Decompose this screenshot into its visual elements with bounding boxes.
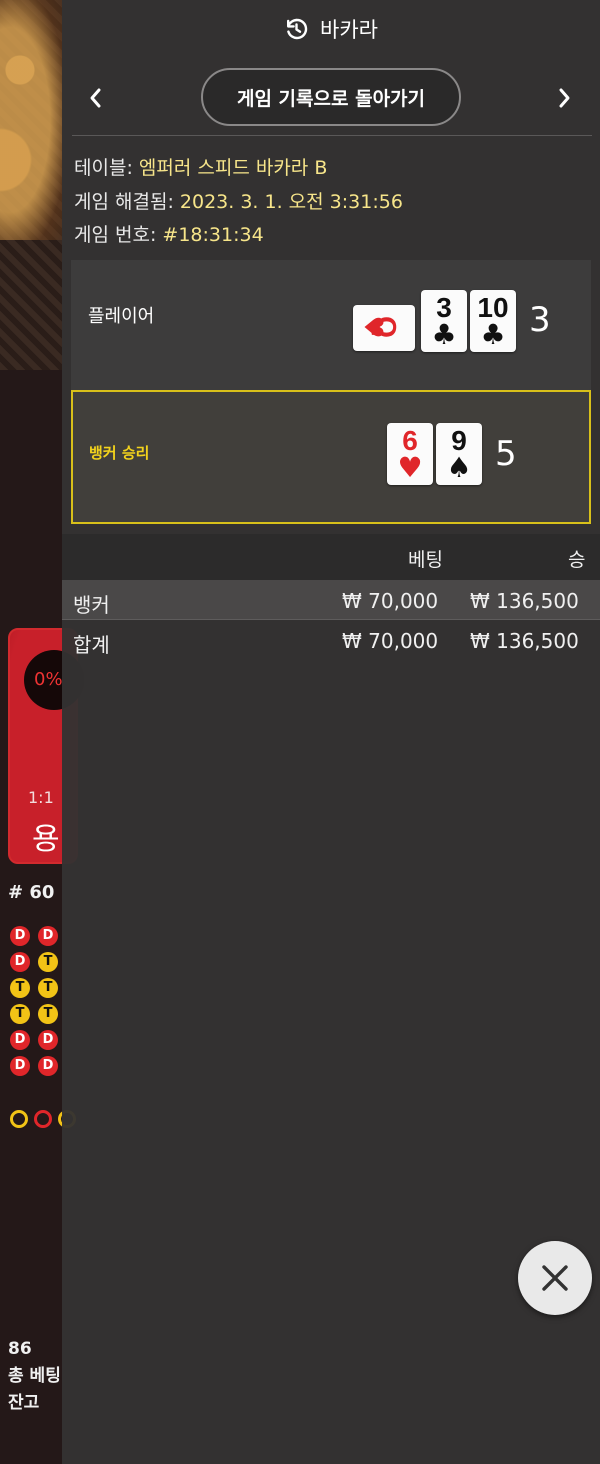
- round-counter: # 60: [8, 882, 55, 903]
- banker-card: 9 ♠: [436, 423, 482, 485]
- big-road-marker: [34, 1110, 52, 1128]
- total-bet-amount: ₩ 70,000: [342, 629, 439, 653]
- resolved-value: 2023. 3. 1. 오전 3:31:56: [179, 191, 403, 213]
- table-value: 엠퍼러 스피드 바카라 B: [138, 157, 328, 179]
- previous-game-button[interactable]: [76, 78, 116, 118]
- bead-road-marker: D: [38, 926, 58, 946]
- card-suit: ♣: [480, 318, 506, 351]
- banker-score: 5: [495, 434, 517, 474]
- card-suit: ♥: [357, 315, 388, 339]
- resolved-info: 게임 해결됨: 2023. 3. 1. 오전 3:31:56: [74, 187, 403, 214]
- back-to-history-button[interactable]: 게임 기록으로 돌아가기: [201, 68, 461, 126]
- card-suit: ♥: [397, 451, 423, 484]
- bead-road-marker: D: [10, 1030, 30, 1050]
- bead-road-marker: D: [10, 926, 30, 946]
- win-amount: ₩ 136,500: [470, 589, 579, 613]
- total-row: 합계 ₩ 70,000 ₩ 136,500: [62, 620, 600, 662]
- game-number-label: 게임 번호:: [74, 224, 163, 246]
- resolved-label: 게임 해결됨:: [74, 191, 180, 213]
- bead-road-marker: D: [38, 1056, 58, 1076]
- history-icon: [287, 18, 308, 40]
- close-button[interactable]: [518, 1241, 592, 1315]
- player-card: Q ♥: [353, 305, 415, 351]
- dragon-label: 용: [32, 822, 60, 857]
- bead-road-marker: T: [38, 952, 58, 972]
- bet-table-header: 베팅 승: [62, 534, 600, 580]
- panel-header: 바카라: [62, 0, 600, 58]
- bead-road-marker: T: [10, 978, 30, 998]
- background-stats: 86 총 베팅 잔고: [8, 1336, 61, 1417]
- bead-road-marker: D: [10, 1056, 30, 1076]
- bead-road-marker: D: [38, 1030, 58, 1050]
- player-result: 플레이어 Q ♥ 3 ♣ 10 ♣ 3: [71, 260, 591, 390]
- total-bet-label: 총 베팅: [8, 1366, 61, 1386]
- chevron-right-icon: [559, 88, 570, 108]
- card-suit: ♠: [446, 451, 472, 484]
- total-win-amount: ₩ 136,500: [470, 629, 579, 653]
- balance-label: 잔고: [8, 1393, 40, 1413]
- banker-win-label: 뱅커 승리: [89, 444, 150, 462]
- bead-road-marker: T: [38, 978, 58, 998]
- close-icon: [542, 1265, 568, 1291]
- divider: [72, 135, 592, 136]
- player-label: 플레이어: [88, 306, 155, 327]
- bet-column-header: 베팅: [408, 549, 443, 571]
- game-number-value: #18:31:34: [162, 224, 264, 246]
- bet-amount: ₩ 70,000: [342, 589, 439, 613]
- player-card: 10 ♣: [470, 290, 516, 352]
- total-label: 합계: [73, 633, 110, 657]
- history-nav: 게임 기록으로 돌아가기: [62, 66, 600, 128]
- bead-road-marker: T: [38, 1004, 58, 1024]
- player-count: 86: [8, 1339, 32, 1359]
- banker-result: 뱅커 승리 6 ♥ 9 ♠ 5: [71, 390, 591, 524]
- table-info: 테이블: 엠퍼러 스피드 바카라 B: [74, 153, 327, 180]
- next-game-button[interactable]: [544, 78, 584, 118]
- table-row: 뱅커 ₩ 70,000 ₩ 136,500: [62, 580, 600, 620]
- background-gold-ornament: [0, 0, 62, 240]
- big-road-marker: [10, 1110, 28, 1128]
- dragon-odds: 1:1: [28, 788, 54, 807]
- panel-title: 바카라: [320, 18, 378, 42]
- bead-road-marker: D: [10, 952, 30, 972]
- table-label: 테이블:: [74, 157, 139, 179]
- player-card: 3 ♣: [421, 290, 467, 352]
- game-number-info: 게임 번호: #18:31:34: [74, 220, 264, 247]
- banker-card: 6 ♥: [387, 423, 433, 485]
- game-history-panel: 바카라 게임 기록으로 돌아가기 테이블: 엠퍼러 스피드 바카라 B 게임 해…: [62, 0, 600, 1464]
- chevron-left-icon: [90, 88, 101, 108]
- bet-type: 뱅커: [73, 593, 110, 617]
- win-column-header: 승: [568, 549, 586, 571]
- player-score: 3: [529, 300, 551, 340]
- bead-road-marker: T: [10, 1004, 30, 1024]
- card-suit: ♣: [431, 318, 457, 351]
